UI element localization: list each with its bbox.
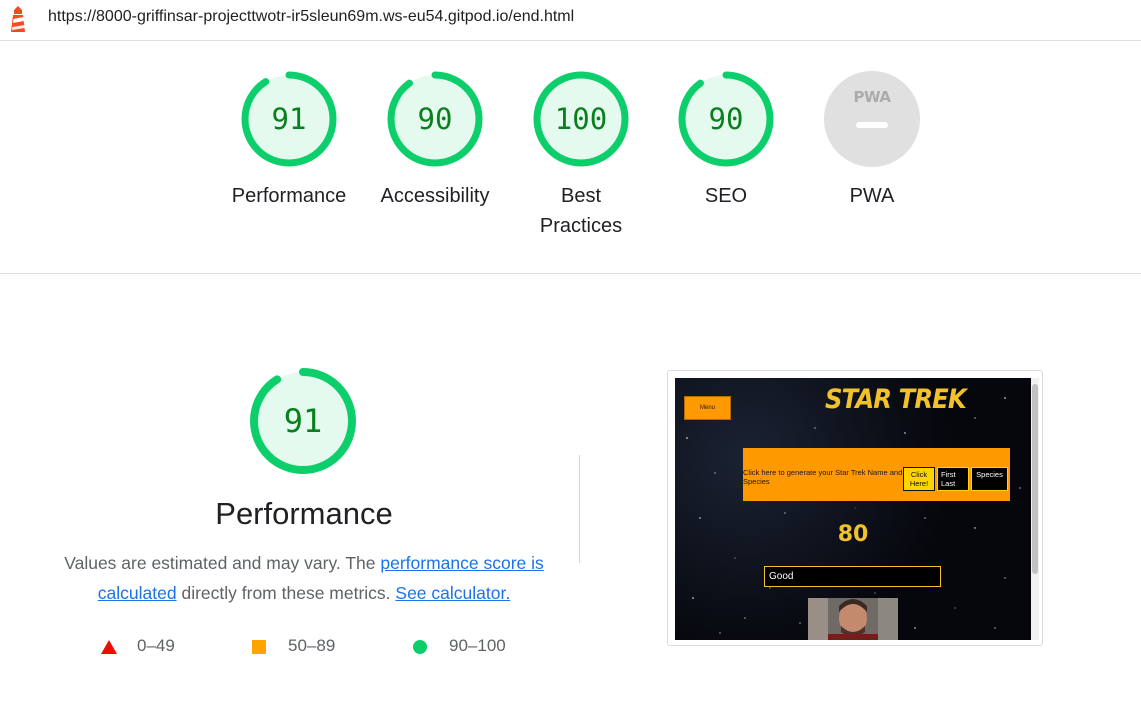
gauge-score: 90 — [708, 102, 744, 136]
gauge-label: Best Practices — [539, 185, 623, 237]
generator-panel: Click here to generate your Star Trek Na… — [743, 448, 1010, 501]
performance-score: 91 — [283, 402, 323, 440]
gauge-score: 100 — [554, 102, 608, 136]
scrollbar-thumb — [1032, 384, 1038, 574]
orange-square-icon — [252, 640, 266, 654]
legend-range: 90–100 — [449, 636, 506, 655]
pwa-badge-text: PWA — [853, 88, 891, 106]
name-first: First — [941, 470, 956, 479]
performance-description: Values are estimated and may vary. The p… — [60, 548, 548, 608]
performance-gauge: 91 — [249, 367, 357, 475]
legend-range: 0–49 — [137, 636, 175, 655]
generate-button: Click Here! — [903, 467, 935, 491]
see-calculator-link[interactable]: See calculator. — [395, 583, 510, 603]
final-screenshot[interactable]: Menu STAR TREK Click here to generate yo… — [675, 378, 1031, 640]
quiz-score: 80 — [837, 522, 869, 547]
gauge-score: 90 — [417, 102, 453, 136]
pwa-dash-icon — [856, 122, 888, 128]
pwa-badge-icon: PWA — [824, 71, 920, 167]
gauge-label: PWA — [849, 185, 895, 207]
star-trek-logo: STAR TREK — [825, 384, 967, 415]
generate-button-line-2: Here! — [909, 479, 929, 488]
page-url[interactable]: https://8000-griffinsar-projecttwotr-ir5… — [48, 8, 574, 26]
description-text-middle: directly from these metrics. — [176, 583, 396, 603]
generate-button-line-1: Click — [910, 470, 928, 479]
character-portrait-image — [808, 598, 898, 640]
description-text: Values are estimated and may vary. The — [64, 553, 381, 573]
gauge-label: Performance — [231, 185, 347, 207]
result-box: Good — [764, 566, 941, 587]
gauge-score: 91 — [271, 102, 307, 136]
screenshot-scrollbar — [1031, 378, 1039, 640]
score-gauges: 91 Performance 90 Accessibility 100 Best… — [0, 41, 1141, 274]
performance-title: Performance — [215, 496, 393, 531]
generator-prompt: Click here to generate your Star Trek Na… — [743, 468, 903, 486]
lighthouse-logo-icon — [11, 6, 25, 32]
green-circle-icon — [413, 640, 427, 654]
name-output: First Last — [937, 467, 969, 491]
menu-button: Menu — [684, 396, 731, 420]
address-bar: https://8000-griffinsar-projecttwotr-ir5… — [0, 0, 1141, 41]
section-divider — [579, 455, 580, 563]
gauge-label: SEO — [704, 185, 748, 207]
legend-range: 50–89 — [288, 636, 336, 655]
name-last: Last — [941, 479, 956, 488]
red-triangle-icon — [101, 640, 117, 654]
gauge-label: Accessibility — [380, 185, 490, 207]
species-output: Species — [971, 467, 1008, 491]
